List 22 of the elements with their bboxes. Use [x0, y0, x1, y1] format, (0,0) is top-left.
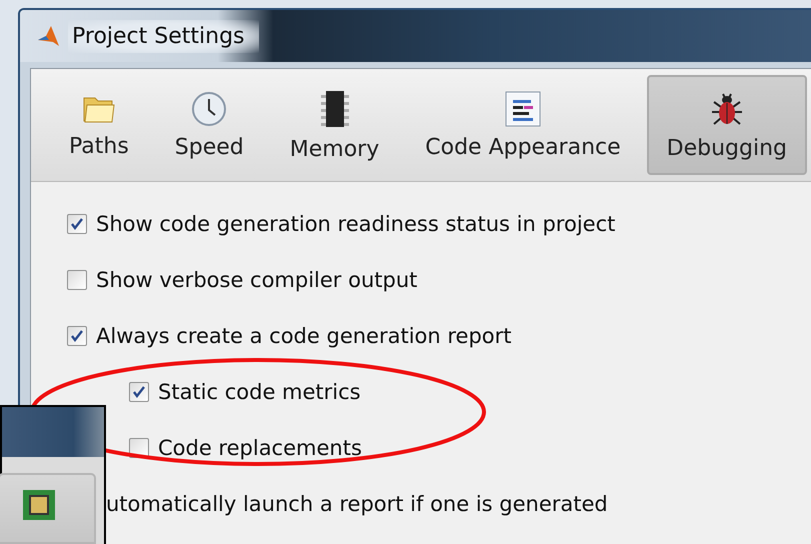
checkbox[interactable]	[129, 382, 149, 402]
checkbox-label: Always create a code generation report	[96, 324, 512, 348]
checkbox-label: utomatically launch a report if one is generated	[106, 492, 608, 516]
toolbar-tab[interactable]: Debugging	[646, 75, 808, 175]
clock-icon	[191, 90, 228, 126]
chip-icon	[320, 88, 350, 128]
chip-icon	[22, 489, 56, 521]
checkbox[interactable]	[67, 326, 87, 346]
toolbar-tab[interactable]	[0, 473, 96, 544]
code-icon	[504, 90, 541, 126]
window-title: Project Settings	[68, 20, 258, 52]
toolbar-tab[interactable]: Code Appearance	[405, 75, 641, 175]
toolbar-tab[interactable]: Speed	[154, 75, 264, 175]
checkbox-label: Show verbose compiler output	[96, 268, 418, 292]
checkbox-label: Show code generation readiness status in project	[96, 212, 616, 236]
toolbar-tab[interactable]: Paths	[49, 75, 149, 175]
app-logo-icon	[36, 25, 60, 47]
checkbox-label: Code replacements	[158, 436, 362, 460]
checkbox-label: Static code metrics	[158, 380, 361, 404]
checkbox[interactable]	[67, 214, 87, 234]
checkbox[interactable]	[67, 270, 87, 290]
toolbar-tab[interactable]: Memory	[270, 75, 400, 175]
